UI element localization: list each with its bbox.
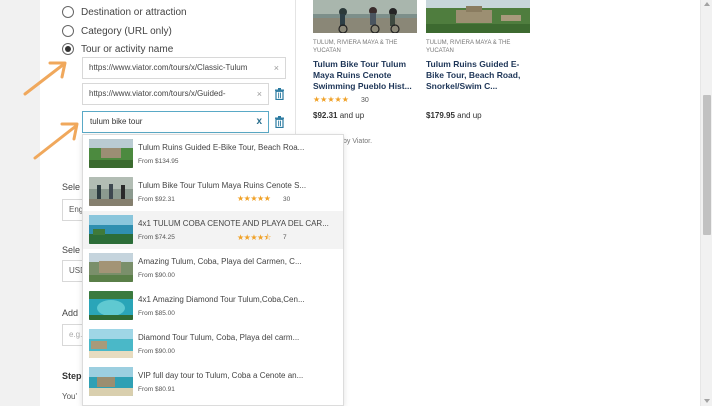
price-suffix: and up: [339, 111, 365, 120]
option-title: Amazing Tulum, Coba, Playa del Carmen, C…: [138, 257, 302, 266]
step-description: You': [62, 392, 78, 401]
autocomplete-dropdown: Tulum Ruins Guided E-Bike Tour, Beach Ro…: [82, 134, 344, 406]
tour-photo: [313, 0, 417, 33]
url-value: https://www.viator.com/tours/x/Classic-T…: [89, 63, 248, 72]
star-rating-icon: ★★★★★: [237, 194, 271, 203]
radio-button-selected[interactable]: [62, 43, 74, 55]
review-count: 30: [283, 196, 291, 203]
tour-search-input[interactable]: tulum bike tour x: [82, 111, 269, 133]
option-title: Diamond Tour Tulum, Coba, Playa del carm…: [138, 333, 300, 342]
dropdown-option[interactable]: VIP full day tour to Tulum, Coba a Cenot…: [83, 363, 343, 401]
url-value: https://www.viator.com/tours/x/Guided-: [89, 89, 226, 98]
radio-label: Category (URL only): [81, 25, 172, 37]
option-thumbnail: [89, 291, 133, 320]
tour-title[interactable]: Tulum Ruins Guided E-Bike Tour, Beach Ro…: [426, 59, 530, 92]
tour-location: TULUM, RIVIERA MAYA & THE YUCATAN: [313, 40, 398, 54]
option-price: From $90.00: [138, 348, 175, 355]
price-value: $179.95: [426, 111, 455, 120]
tour-price: $92.31 and up: [313, 111, 364, 120]
dropdown-option[interactable]: Tulum Ruins Guided E-Bike Tour, Beach Ro…: [83, 135, 343, 173]
clear-icon[interactable]: ×: [257, 84, 262, 104]
tour-url-field-2[interactable]: https://www.viator.com/tours/x/Guided- ×: [82, 83, 269, 105]
option-thumbnail: [89, 253, 133, 282]
radio-category[interactable]: Category (URL only): [62, 25, 172, 37]
radio-label: Destination or attraction: [81, 6, 187, 18]
scroll-down-icon[interactable]: [704, 399, 710, 403]
radio-tour-name[interactable]: Tour or activity name: [62, 43, 173, 55]
option-price: From $80.91: [138, 386, 175, 393]
dropdown-option-highlighted[interactable]: 4x1 TULUM COBA CENOTE AND PLAYA DEL CAR.…: [83, 211, 343, 249]
language-select[interactable]: Eng: [62, 199, 82, 221]
option-title: 4x1 Amazing Diamond Tour Tulum,Coba,Cen.…: [138, 295, 305, 304]
option-price: From $85.00: [138, 310, 175, 317]
option-title: VIP full day tour to Tulum, Coba a Cenot…: [138, 371, 304, 380]
price-suffix: and up: [457, 111, 482, 120]
option-thumbnail: [89, 177, 133, 206]
option-thumbnail: [89, 215, 133, 244]
dropdown-option[interactable]: Tulum Bike Tour Tulum Maya Ruins Cenote …: [83, 173, 343, 211]
tour-url-field-1[interactable]: https://www.viator.com/tours/x/Classic-T…: [82, 57, 286, 79]
option-thumbnail: [89, 329, 133, 358]
tour-location: TULUM, RIVIERA MAYA & THE YUCATAN: [426, 40, 511, 54]
field-label: Sele: [62, 182, 81, 192]
step-heading: Step: [62, 371, 82, 381]
tour-price: $179.95 and up: [426, 111, 482, 120]
powered-by-text: by Viator.: [343, 138, 373, 145]
page: Destination or attraction Category (URL …: [0, 0, 712, 406]
dropdown-option[interactable]: 4x1 Amazing Diamond Tour Tulum,Coba,Cen.…: [83, 287, 343, 325]
option-thumbnail: [89, 367, 133, 396]
text-input[interactable]: e.g.: [62, 324, 82, 346]
dropdown-option[interactable]: Amazing Tulum, Coba, Playa del Carmen, C…: [83, 249, 343, 287]
page-scrollbar[interactable]: [700, 0, 712, 406]
review-count: 30: [361, 97, 369, 104]
scroll-up-icon[interactable]: [704, 2, 710, 6]
tour-title[interactable]: Tulum Bike Tour Tulum Maya Ruins Cenote …: [313, 59, 417, 92]
price-value: $92.31: [313, 111, 338, 120]
option-price: From $134.95: [138, 158, 179, 165]
radio-destination[interactable]: Destination or attraction: [62, 6, 187, 18]
star-rating-icon: ★★★★⯪: [237, 233, 271, 242]
option-thumbnail: [89, 139, 133, 168]
clear-icon[interactable]: ×: [274, 58, 279, 78]
clear-search-icon[interactable]: x: [256, 112, 262, 132]
field-label: Sele: [62, 245, 81, 255]
search-value: tulum bike tour: [90, 117, 143, 126]
review-count: 7: [283, 234, 287, 241]
scrollbar-thumb[interactable]: [703, 95, 711, 235]
option-title: Tulum Ruins Guided E-Bike Tour, Beach Ro…: [138, 143, 305, 152]
radio-label: Tour or activity name: [81, 43, 174, 55]
currency-select[interactable]: USD: [62, 260, 82, 282]
trash-icon[interactable]: [274, 88, 286, 100]
annotation-arrow-icon: [33, 122, 79, 160]
dropdown-option[interactable]: Diamond Tour Tulum, Coba, Playa del carm…: [83, 325, 343, 363]
option-price: From $74.25: [138, 234, 175, 241]
annotation-arrow-icon: [23, 61, 67, 96]
option-title: 4x1 TULUM COBA CENOTE AND PLAYA DEL CAR.…: [138, 219, 329, 228]
option-price: From $90.00: [138, 272, 175, 279]
tour-photo: [426, 0, 530, 33]
option-price: From $92.31: [138, 196, 175, 203]
star-rating-icon: ★★★★★: [313, 95, 349, 104]
radio-button[interactable]: [62, 25, 74, 37]
trash-icon[interactable]: [274, 116, 286, 128]
option-title: Tulum Bike Tour Tulum Maya Ruins Cenote …: [138, 181, 307, 190]
radio-button[interactable]: [62, 6, 74, 18]
field-label: Add: [62, 308, 79, 318]
